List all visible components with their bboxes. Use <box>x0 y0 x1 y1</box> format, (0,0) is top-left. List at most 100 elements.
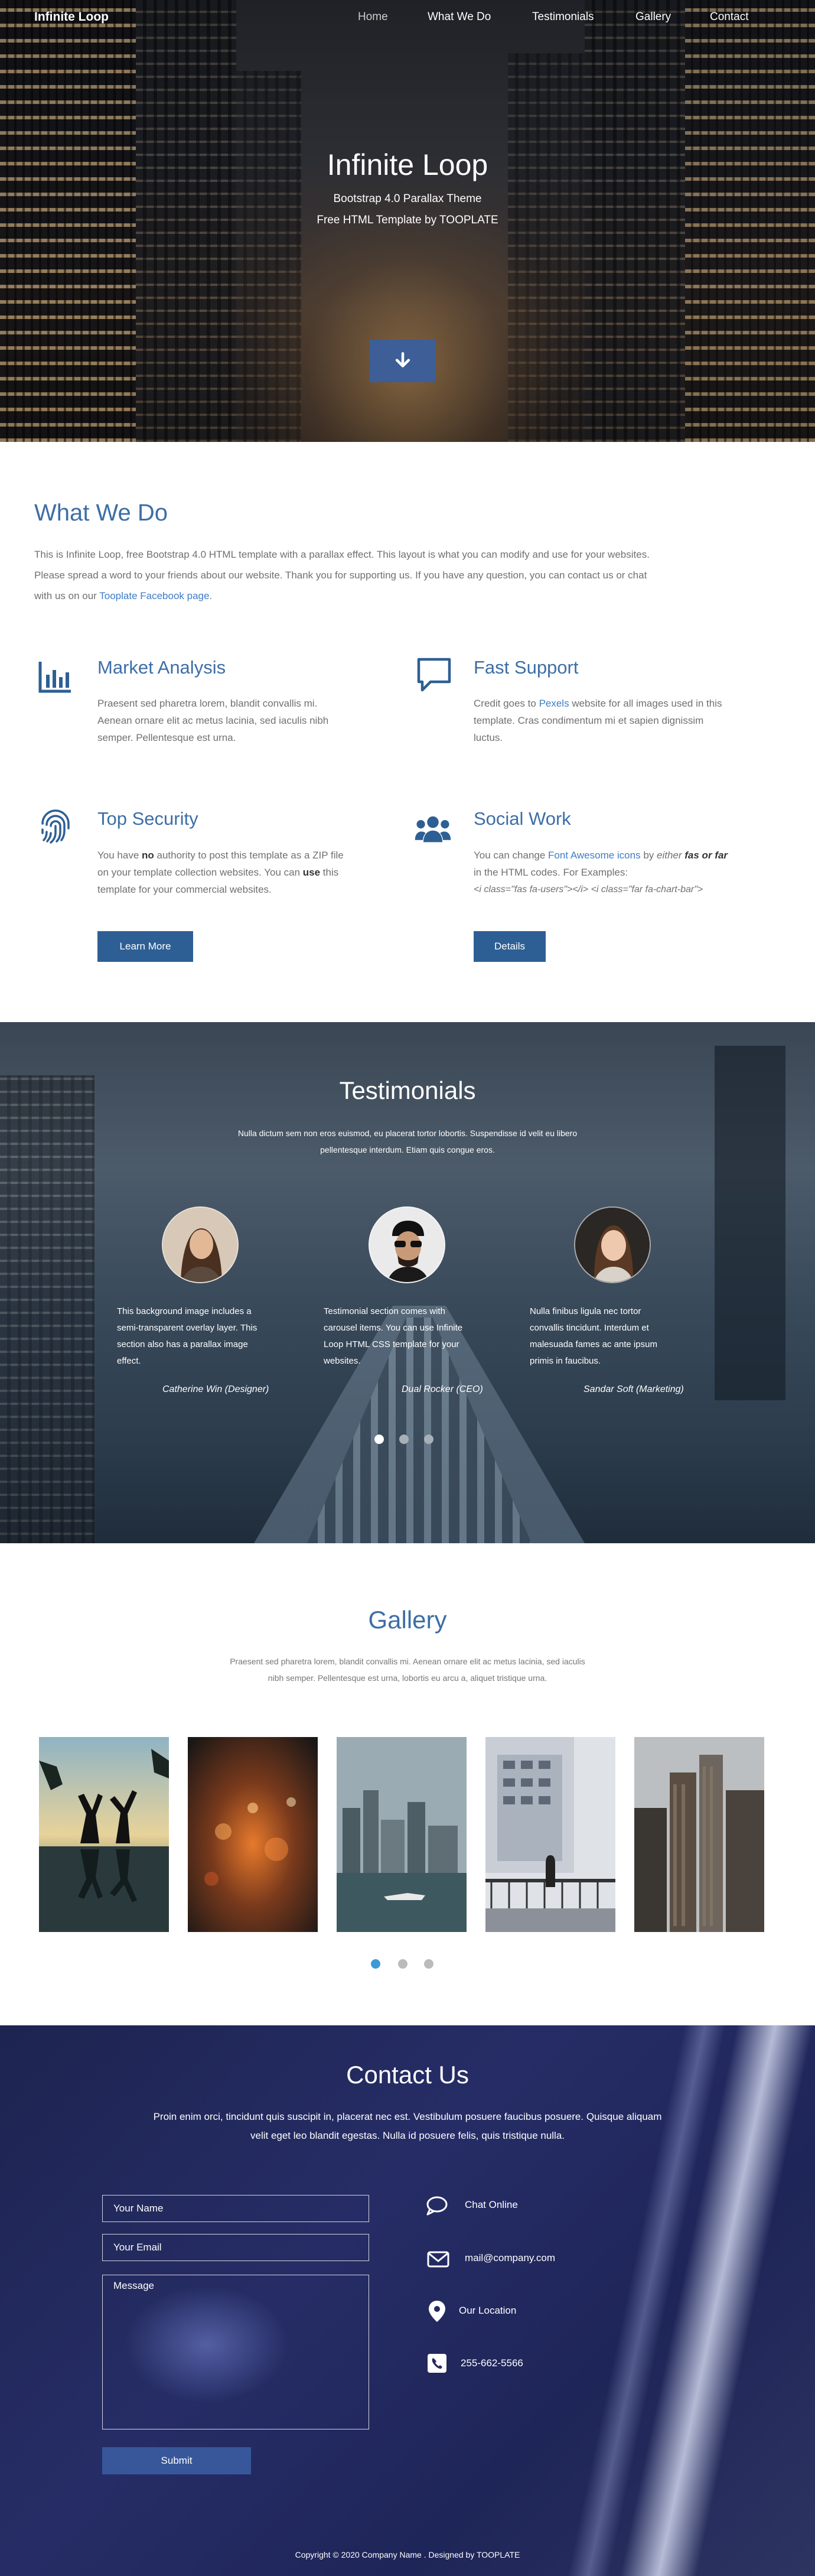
section-intro-line: Praesent sed pharetra lorem, blandit con… <box>230 1657 585 1666</box>
testimonial-author: Dual Rocker (CEO) <box>402 1384 483 1394</box>
service-text-line: Aenean ornare elit ac metus lacinia, sed… <box>97 715 329 726</box>
nav-link-what-we-do[interactable]: What We Do <box>428 11 491 24</box>
section-intro-line: velit eget leo blandit egestas. Nulla id… <box>250 2130 565 2141</box>
pexels-link[interactable]: Pexels <box>539 698 569 709</box>
gallery-dot[interactable] <box>371 1959 380 1969</box>
testimonial-quote-line: semi-transparent overlay layer. This <box>117 1323 257 1333</box>
section-intro-line: pellentesque interdum. Etiam quis congue… <box>320 1145 495 1154</box>
hero-title: Infinite Loop <box>327 148 488 181</box>
comment-icon <box>417 658 451 692</box>
service-text-part: authority to post this template as a ZIP… <box>154 850 344 861</box>
service-text-part: You can change <box>474 850 549 861</box>
testimonial-quote: Testimonial section comes with carousel … <box>324 1303 495 1370</box>
submit-button[interactable]: Submit <box>102 2447 251 2474</box>
testimonial-quote: This background image includes a semi-tr… <box>117 1303 288 1370</box>
testimonial-quote-line: Loop HTML CSS template for your <box>324 1339 459 1349</box>
service-text-part: by <box>640 850 657 861</box>
avatar-image <box>370 1208 444 1282</box>
service-text-line: in the HTML codes. For Examples: <box>474 867 628 878</box>
gallery-dot[interactable] <box>424 1959 433 1969</box>
testimonial-quote-line: websites. <box>324 1356 361 1366</box>
phone-square-icon <box>428 2354 446 2373</box>
service-text-bold: no <box>142 850 154 861</box>
service-text-part: website for all images used in this <box>569 698 722 709</box>
hero-subtitle: Bootstrap 4.0 Parallax Theme <box>333 193 482 205</box>
phone-link[interactable]: 255-662-5566 <box>461 2357 523 2369</box>
carousel-dot[interactable] <box>399 1435 409 1444</box>
carousel-dot[interactable] <box>424 1435 433 1444</box>
intro-text-part: . <box>209 590 213 601</box>
hero-subtitle: Free HTML Template by TOOPLATE <box>317 214 498 226</box>
facebook-link[interactable]: Tooplate Facebook page <box>99 590 209 601</box>
map-marker-icon <box>429 2301 445 2322</box>
service-text-bold: use <box>302 867 321 878</box>
testimonial-author: Catherine Win (Designer) <box>162 1384 269 1394</box>
testimonial-quote-line: convallis tincidunt. Interdum et <box>530 1323 649 1333</box>
avatar <box>162 1206 239 1283</box>
scroll-down-button[interactable] <box>370 340 436 382</box>
gallery-image[interactable] <box>39 1737 169 1932</box>
testimonial-quote-line: carousel items. You can use Infinite <box>324 1323 463 1333</box>
testimonial-quote-line: Nulla finibus ligula nec tortor <box>530 1306 641 1316</box>
testimonial-quote: Nulla finibus ligula nec tortor convalli… <box>530 1303 701 1370</box>
service-text-line: template for your commercial websites. <box>97 884 272 895</box>
email-field[interactable] <box>102 2234 369 2261</box>
service-text-bold: fas or far <box>684 850 728 861</box>
avatar <box>369 1206 445 1283</box>
service-text: Praesent sed pharetra lorem, blandit con… <box>97 695 381 746</box>
avatar-image <box>575 1208 650 1282</box>
section-intro-line: Nulla dictum sem non eros euismod, eu pl… <box>237 1128 578 1138</box>
gallery-image[interactable] <box>485 1737 615 1932</box>
message-field[interactable] <box>102 2275 369 2429</box>
location-link[interactable]: Our Location <box>459 2305 516 2317</box>
gallery-photo <box>485 1737 615 1932</box>
envelope-icon <box>427 2251 449 2268</box>
section-title: What We Do <box>34 500 168 526</box>
details-button[interactable]: Details <box>474 931 546 962</box>
gallery-photo <box>634 1737 764 1932</box>
testimonial-quote-line: primis in faucibus. <box>530 1356 601 1366</box>
section-title: Contact Us <box>346 2061 469 2089</box>
navbar: Infinite Loop Home What We Do Testimonia… <box>0 0 815 37</box>
chart-bar-icon <box>38 662 71 693</box>
gallery-photo <box>39 1737 169 1932</box>
service-text-line: on your template collection websites. Yo… <box>97 864 381 881</box>
nav-link-testimonials[interactable]: Testimonials <box>532 11 594 24</box>
users-icon <box>415 816 451 843</box>
section-intro-line: Proin enim orci, tincidunt quis suscipit… <box>153 2111 662 2122</box>
gallery-image[interactable] <box>337 1737 467 1932</box>
testimonial-quote-line: This background image includes a <box>117 1306 252 1316</box>
section-intro: Proin enim orci, tincidunt quis suscipit… <box>100 2107 715 2145</box>
testimonial-author: Sandar Soft (Marketing) <box>583 1384 684 1394</box>
service-text-part: this <box>320 867 339 878</box>
service-text: You can change Font Awesome icons by eit… <box>474 847 793 898</box>
intro-text: Please spread a word to your friends abo… <box>34 570 647 581</box>
service-text-line: template. Cras condimentum mi et sapien … <box>474 715 704 726</box>
learn-more-button[interactable]: Learn More <box>97 931 193 962</box>
gallery-image[interactable] <box>634 1737 764 1932</box>
nav-link-contact[interactable]: Contact <box>710 11 748 24</box>
nav-link-home[interactable]: Home <box>358 11 388 24</box>
service-text-line: luctus. <box>474 732 503 743</box>
name-field[interactable] <box>102 2195 369 2222</box>
gallery-image[interactable] <box>188 1737 318 1932</box>
gallery-dot[interactable] <box>398 1959 407 1969</box>
nav-link-gallery[interactable]: Gallery <box>635 11 671 24</box>
footer-copyright: Copyright © 2020 Company Name . Designed… <box>295 2550 520 2559</box>
avatar-image <box>163 1208 237 1282</box>
chat-online-link[interactable]: Chat Online <box>465 2199 518 2211</box>
service-title: Fast Support <box>474 657 579 678</box>
service-text-part: You have <box>97 850 142 861</box>
brand-logo[interactable]: Infinite Loop <box>34 10 109 24</box>
service-text-part: on your template collection websites. Yo… <box>97 867 303 878</box>
service-title: Market Analysis <box>97 657 226 678</box>
service-text-line: Praesent sed pharetra lorem, blandit con… <box>97 698 318 709</box>
email-link[interactable]: mail@company.com <box>465 2252 555 2264</box>
fingerprint-icon <box>41 809 70 844</box>
service-text-italic: either <box>657 850 682 861</box>
carousel-dot[interactable] <box>374 1435 384 1444</box>
intro-text-part: with us on our <box>34 590 100 601</box>
font-awesome-link[interactable]: Font Awesome icons <box>548 850 641 861</box>
gallery-photo <box>188 1737 318 1932</box>
service-text-line: You can change Font Awesome icons by eit… <box>474 847 793 864</box>
